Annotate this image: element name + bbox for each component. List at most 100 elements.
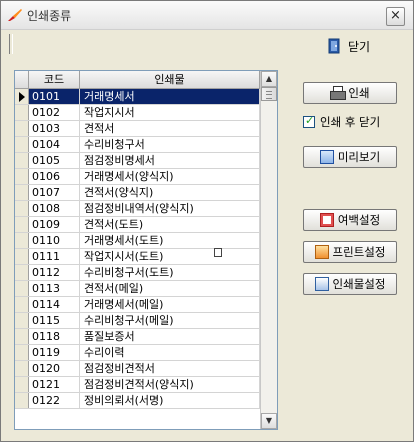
- print-button[interactable]: 인쇄: [303, 82, 397, 104]
- preview-button[interactable]: 미리보기: [303, 146, 397, 168]
- cell-code[interactable]: 0105: [29, 153, 80, 168]
- cell-code[interactable]: 0108: [29, 201, 80, 216]
- table-row[interactable]: 0101 거래명세서: [15, 89, 260, 105]
- printer-settings-button[interactable]: 프린트설정: [303, 241, 397, 263]
- cell-print-item[interactable]: 수리비청구서(도트): [80, 265, 260, 280]
- cell-code[interactable]: 0110: [29, 233, 80, 248]
- cell-code[interactable]: 0111: [29, 249, 80, 264]
- table-row[interactable]: 0108 점검정비내역서(양식지): [15, 201, 260, 217]
- row-indicator[interactable]: [15, 233, 29, 248]
- cell-code[interactable]: 0115: [29, 313, 80, 328]
- cell-code[interactable]: 0121: [29, 377, 80, 392]
- cell-print-item[interactable]: 작업지시서(도트): [80, 249, 260, 264]
- cell-print-item[interactable]: 수리비청구서: [80, 137, 260, 152]
- row-indicator[interactable]: [15, 377, 29, 392]
- scroll-thumb[interactable]: [261, 87, 277, 101]
- cell-code[interactable]: 0103: [29, 121, 80, 136]
- table-row[interactable]: 0119 수리이력: [15, 345, 260, 361]
- cell-code[interactable]: 0104: [29, 137, 80, 152]
- margin-settings-button[interactable]: 여백설정: [303, 209, 397, 231]
- cell-code[interactable]: 0113: [29, 281, 80, 296]
- print-item-grid[interactable]: 코드 인쇄물 0101 거래명세서 0102 작업지시서 0103 견적서 0104 수리비청…: [14, 70, 278, 430]
- table-row[interactable]: 0105 점검정비명세서: [15, 153, 260, 169]
- scroll-down-button[interactable]: ▼: [261, 413, 277, 429]
- row-indicator[interactable]: [15, 217, 29, 232]
- cell-print-item[interactable]: 거래명세서(도트): [80, 233, 260, 248]
- cell-print-item[interactable]: 품질보증서: [80, 329, 260, 344]
- row-indicator[interactable]: [15, 345, 29, 360]
- table-row[interactable]: 0104 수리비청구서: [15, 137, 260, 153]
- row-indicator[interactable]: [15, 89, 29, 104]
- title-bar[interactable]: 인쇄종류 ×: [1, 1, 413, 30]
- cell-print-item[interactable]: 거래명세서: [80, 89, 260, 104]
- table-row[interactable]: 0103 견적서: [15, 121, 260, 137]
- cell-print-item[interactable]: 점검정비명세서: [80, 153, 260, 168]
- table-row[interactable]: 0118 품질보증서: [15, 329, 260, 345]
- row-indicator[interactable]: [15, 121, 29, 136]
- table-row[interactable]: 0122 정비의뢰서(서명): [15, 393, 260, 409]
- row-indicator[interactable]: [15, 105, 29, 120]
- table-row[interactable]: 0115 수리비청구서(메일): [15, 313, 260, 329]
- vertical-scrollbar[interactable]: ▲ ▼: [260, 71, 277, 429]
- close-after-print-checkbox[interactable]: ✓: [303, 115, 315, 128]
- cell-code[interactable]: 0120: [29, 361, 80, 376]
- cell-code[interactable]: 0106: [29, 169, 80, 184]
- close-after-print-option[interactable]: ✓ 인쇄 후 닫기: [303, 114, 380, 130]
- table-row[interactable]: 0121 점검정비견적서(양식지): [15, 377, 260, 393]
- row-indicator[interactable]: [15, 361, 29, 376]
- cell-code[interactable]: 0122: [29, 393, 80, 408]
- row-indicator[interactable]: [15, 313, 29, 328]
- cell-print-item[interactable]: 정비의뢰서(서명): [80, 393, 260, 408]
- table-row[interactable]: 0107 견적서(양식지): [15, 185, 260, 201]
- cell-code[interactable]: 0118: [29, 329, 80, 344]
- cell-print-item[interactable]: 견적서(양식지): [80, 185, 260, 200]
- row-indicator[interactable]: [15, 201, 29, 216]
- table-row[interactable]: 0106 거래명세서(양식지): [15, 169, 260, 185]
- cell-print-item[interactable]: 수리이력: [80, 345, 260, 360]
- row-indicator[interactable]: [15, 249, 29, 264]
- cell-print-item[interactable]: 수리비청구서(메일): [80, 313, 260, 328]
- table-row[interactable]: 0110 거래명세서(도트): [15, 233, 260, 249]
- close-toolbar-button[interactable]: 닫기: [328, 36, 370, 56]
- row-indicator[interactable]: [15, 281, 29, 296]
- cell-code[interactable]: 0109: [29, 217, 80, 232]
- cell-print-item[interactable]: 점검정비견적서: [80, 361, 260, 376]
- cell-print-item[interactable]: 점검정비내역서(양식지): [80, 201, 260, 216]
- row-indicator[interactable]: [15, 185, 29, 200]
- table-row[interactable]: 0109 견적서(도트): [15, 217, 260, 233]
- cell-print-item[interactable]: 점검정비견적서(양식지): [80, 377, 260, 392]
- column-header-name[interactable]: 인쇄물: [80, 71, 260, 88]
- cell-print-item[interactable]: 견적서(도트): [80, 217, 260, 232]
- cell-print-item[interactable]: 견적서(메일): [80, 281, 260, 296]
- cell-print-item[interactable]: 견적서: [80, 121, 260, 136]
- cell-print-item[interactable]: 거래명세서(양식지): [80, 169, 260, 184]
- item-settings-button[interactable]: 인쇄물설정: [303, 273, 397, 295]
- row-indicator[interactable]: [15, 265, 29, 280]
- row-indicator[interactable]: [15, 297, 29, 312]
- cell-print-item[interactable]: 작업지시서: [80, 105, 260, 120]
- cell-code[interactable]: 0119: [29, 345, 80, 360]
- cell-code[interactable]: 0114: [29, 297, 80, 312]
- row-indicator[interactable]: [15, 137, 29, 152]
- table-row[interactable]: 0120 점검정비견적서: [15, 361, 260, 377]
- cell-code[interactable]: 0102: [29, 105, 80, 120]
- grip-icon: [266, 91, 272, 99]
- table-row[interactable]: 0111 작업지시서(도트): [15, 249, 260, 265]
- cell-code[interactable]: 0107: [29, 185, 80, 200]
- scroll-up-button[interactable]: ▲: [261, 71, 277, 87]
- row-indicator[interactable]: [15, 393, 29, 408]
- row-indicator[interactable]: [15, 153, 29, 168]
- cell-print-item[interactable]: 거래명세서(메일): [80, 297, 260, 312]
- row-indicator[interactable]: [15, 169, 29, 184]
- column-header-code[interactable]: 코드: [29, 71, 80, 88]
- cell-code[interactable]: 0112: [29, 265, 80, 280]
- current-row-pointer-icon: [19, 92, 25, 102]
- window-close-button[interactable]: ×: [386, 7, 405, 26]
- cell-code[interactable]: 0101: [29, 89, 80, 104]
- table-row[interactable]: 0112 수리비청구서(도트): [15, 265, 260, 281]
- table-row[interactable]: 0102 작업지시서: [15, 105, 260, 121]
- table-row[interactable]: 0113 견적서(메일): [15, 281, 260, 297]
- row-indicator[interactable]: [15, 329, 29, 344]
- table-row[interactable]: 0114 거래명세서(메일): [15, 297, 260, 313]
- preview-button-label: 미리보기: [337, 150, 381, 164]
